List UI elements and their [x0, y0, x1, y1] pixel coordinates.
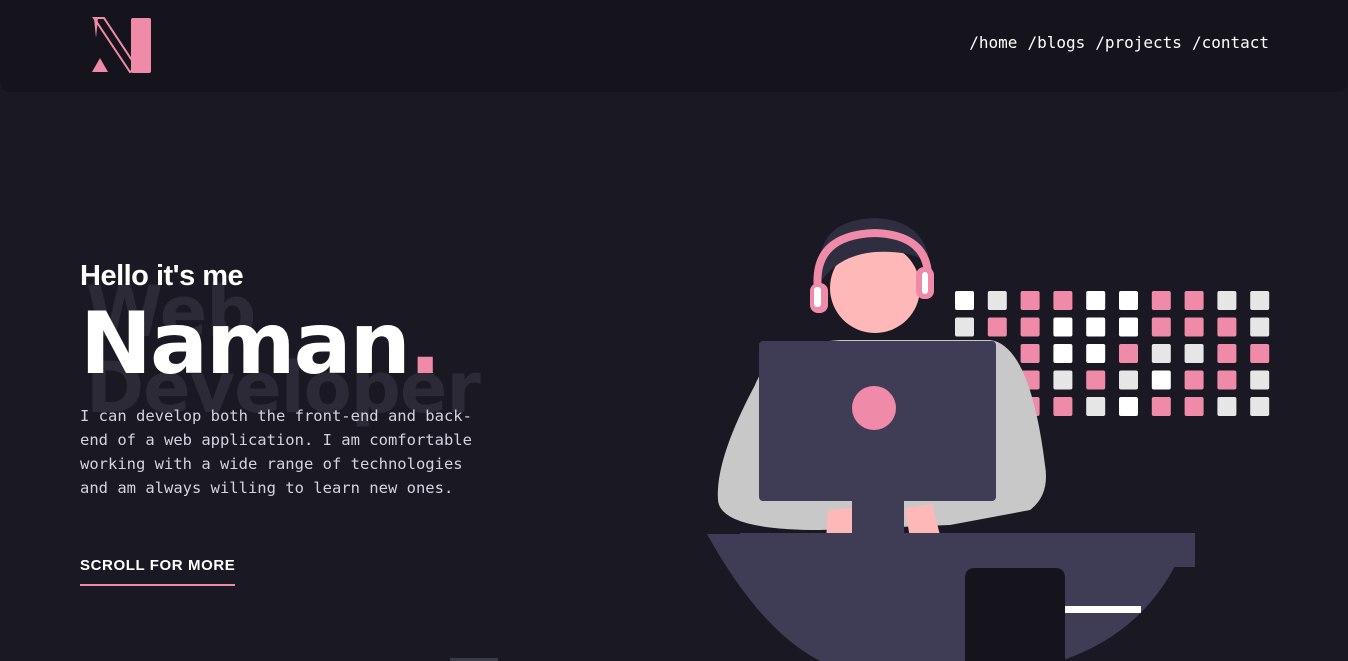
- dot-grid-square: [1250, 344, 1270, 363]
- navbar: /home /blogs /projects /contact: [0, 0, 1348, 92]
- nav-link-contact[interactable]: /contact: [1192, 33, 1269, 52]
- dot-grid-square: [1217, 370, 1237, 390]
- dot-grid-square: [1217, 344, 1237, 363]
- dot-grid-square: [1250, 317, 1270, 337]
- hero-greeting: Hello it's me: [80, 260, 244, 292]
- hero-name: Naman.: [80, 301, 442, 387]
- nav-link-blogs[interactable]: /blogs: [1027, 33, 1085, 52]
- developer-illustration: [700, 210, 1200, 661]
- dot-grid-square: [1250, 397, 1270, 416]
- dot-grid-square: [1217, 291, 1237, 310]
- dot-grid-square: [1250, 370, 1270, 390]
- hero-description: I can develop both the front-end and bac…: [80, 407, 472, 497]
- hero-name-dot: .: [408, 294, 442, 394]
- hero-name-text: Naman: [80, 294, 411, 394]
- nav-link-projects[interactable]: /projects: [1095, 33, 1182, 52]
- dot-grid-square: [1250, 291, 1270, 310]
- scroll-for-more-link[interactable]: SCROLL FOR MORE: [80, 557, 236, 586]
- nav-link-home[interactable]: /home: [969, 33, 1017, 52]
- nav-links: /home /blogs /projects /contact: [969, 33, 1269, 52]
- dot-grid-square: [1217, 397, 1237, 416]
- logo-icon[interactable]: [90, 16, 154, 76]
- dot-grid-square: [1217, 317, 1237, 337]
